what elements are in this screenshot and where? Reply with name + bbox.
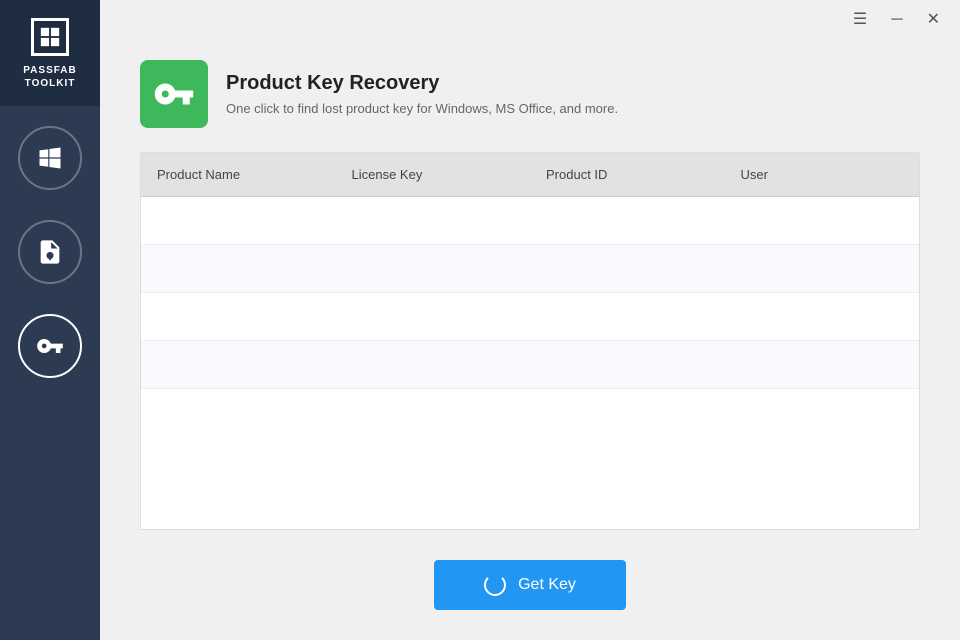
sidebar-logo: PASSFAB TOOLKIT <box>0 0 100 106</box>
app-icon-graphic <box>153 73 195 115</box>
table-row <box>141 293 919 341</box>
cell-product-name-4 <box>141 341 336 388</box>
title-bar: ☰ ─ ✕ <box>100 0 960 40</box>
sidebar-item-product-key[interactable] <box>18 314 82 378</box>
product-table: Product Name License Key Product ID User <box>140 152 920 530</box>
cell-product-id-3 <box>530 293 725 340</box>
table-body <box>141 197 919 437</box>
windows-icon <box>36 144 64 172</box>
app-title: Product Key Recovery <box>226 72 618 95</box>
table-row <box>141 197 919 245</box>
col-user: User <box>725 153 920 196</box>
cell-product-name-5 <box>141 389 336 437</box>
close-button[interactable]: ✕ <box>923 8 944 32</box>
col-product-id: Product ID <box>530 153 725 196</box>
cell-product-id-1 <box>530 197 725 244</box>
cell-product-name-2 <box>141 245 336 292</box>
sidebar-item-windows[interactable] <box>18 126 82 190</box>
table-header: Product Name License Key Product ID User <box>141 153 919 197</box>
cell-license-key-3 <box>336 293 531 340</box>
cell-user-1 <box>725 197 920 244</box>
main-area: ☰ ─ ✕ Product Key Recovery One click to … <box>100 0 960 640</box>
cell-license-key-5 <box>336 389 531 437</box>
app-icon <box>140 60 208 128</box>
col-license-key: License Key <box>336 153 531 196</box>
cell-user-4 <box>725 341 920 388</box>
app-header-text: Product Key Recovery One click to find l… <box>226 72 618 116</box>
cell-user-2 <box>725 245 920 292</box>
cell-product-id-4 <box>530 341 725 388</box>
cell-product-name-3 <box>141 293 336 340</box>
cell-license-key-4 <box>336 341 531 388</box>
cell-user-3 <box>725 293 920 340</box>
get-key-label: Get Key <box>518 576 576 594</box>
key-icon <box>36 332 64 360</box>
cell-license-key-2 <box>336 245 531 292</box>
cell-user-5 <box>725 389 920 437</box>
logo-box <box>31 18 69 56</box>
col-product-name: Product Name <box>141 153 336 196</box>
get-key-button[interactable]: Get Key <box>434 560 626 610</box>
menu-button[interactable]: ☰ <box>849 8 871 32</box>
table-row <box>141 245 919 293</box>
cell-product-id-5 <box>530 389 725 437</box>
table-row <box>141 389 919 437</box>
minimize-button[interactable]: ─ <box>887 8 906 32</box>
refresh-icon <box>484 574 506 596</box>
logo-text: PASSFAB TOOLKIT <box>23 64 77 90</box>
file-key-icon <box>36 238 64 266</box>
app-subtitle: One click to find lost product key for W… <box>226 101 618 116</box>
cell-license-key-1 <box>336 197 531 244</box>
app-header: Product Key Recovery One click to find l… <box>140 60 920 128</box>
sidebar-nav <box>0 106 100 640</box>
content-area: Product Key Recovery One click to find l… <box>100 40 960 640</box>
cell-product-id-2 <box>530 245 725 292</box>
table-row <box>141 341 919 389</box>
sidebar-item-file-key[interactable] <box>18 220 82 284</box>
logo-icon <box>39 26 61 48</box>
cell-product-name-1 <box>141 197 336 244</box>
sidebar: PASSFAB TOOLKIT <box>0 0 100 640</box>
button-area: Get Key <box>140 530 920 610</box>
